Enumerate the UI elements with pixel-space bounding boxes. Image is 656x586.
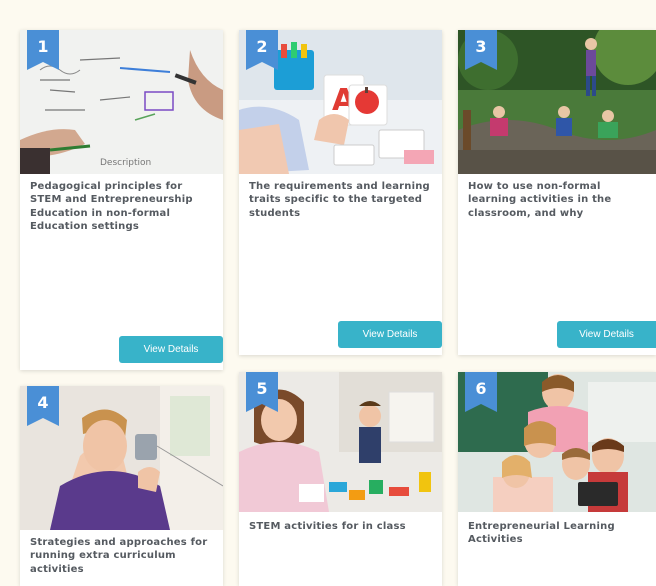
card-title: STEM activities for in class [249, 521, 406, 532]
module-card-2[interactable]: A 2 The requirements and learning traits… [239, 30, 442, 355]
module-card-5[interactable]: 5 STEM activities for in class [239, 372, 442, 586]
svg-text:Description: Description [100, 158, 151, 168]
card-title: Strategies and approaches for running ex… [30, 537, 208, 575]
card-title: Pedagogical principles for STEM and Entr… [30, 181, 193, 233]
module-card-6[interactable]: 6 Entrepreneurial Learning Activities [458, 372, 656, 586]
view-details-button[interactable]: View Details [119, 336, 223, 363]
module-card-4[interactable]: 4 Strategies and approaches for running … [20, 386, 223, 586]
view-details-button[interactable]: View Details [338, 321, 442, 348]
module-card-1[interactable]: Description 1 Pedagogical principles for… [20, 30, 223, 370]
card-title: How to use non-formal learning activitie… [468, 181, 612, 219]
module-card-3[interactable]: 3 How to use non-formal learning activit… [458, 30, 656, 355]
card-title: The requirements and learning traits spe… [249, 181, 430, 219]
view-details-button[interactable]: View Details [557, 321, 656, 348]
card-title: Entrepreneurial Learning Activities [468, 521, 615, 546]
